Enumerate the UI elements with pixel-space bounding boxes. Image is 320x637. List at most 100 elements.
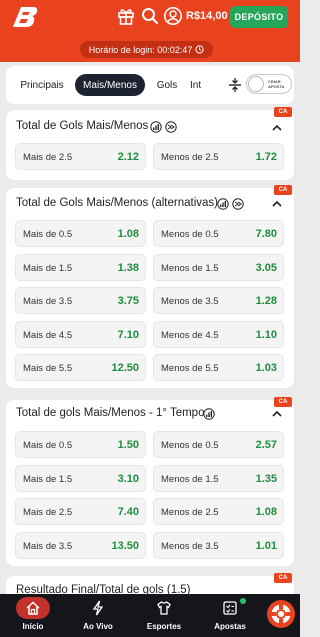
- odd-button[interactable]: Menos de 4.5 1.10: [153, 321, 284, 348]
- odd-button[interactable]: Mais de 2.5 2.12: [15, 143, 146, 170]
- odd-value: 13.50: [111, 540, 139, 552]
- odd-value: 1.01: [255, 540, 277, 552]
- odd-label: Mais de 2.5: [23, 507, 73, 518]
- odd-button[interactable]: Menos de 1.5 1.35: [153, 465, 284, 492]
- odd-label: Mais de 4.5: [23, 330, 73, 341]
- odd-label: Menos de 2.5: [161, 507, 219, 518]
- market-title: Total de Gols Mais/Menos: [16, 120, 149, 132]
- chevron-up-icon[interactable]: [272, 124, 282, 131]
- wallet-balance[interactable]: R$14,00: [186, 10, 228, 22]
- clock-icon: [195, 45, 204, 54]
- odd-label: Mais de 1.5: [23, 474, 73, 485]
- login-timer-text: Horário de login: 00:02:47: [88, 44, 193, 55]
- market-card: CA Total de gols Mais/Menos - 1° Tempo M…: [6, 397, 294, 566]
- odd-button[interactable]: Menos de 2.5 1.72: [153, 143, 284, 170]
- home-icon: [26, 601, 40, 615]
- odd-label: Menos de 5.5: [161, 363, 219, 374]
- ca-badge: CA: [274, 107, 292, 117]
- notification-dot: [240, 598, 246, 604]
- odd-value: 1.28: [255, 295, 277, 307]
- nav-item-apostas[interactable]: Apostas: [200, 594, 260, 637]
- chevron-up-icon[interactable]: [272, 410, 282, 417]
- odd-label: Menos de 2.5: [161, 152, 219, 163]
- odd-button[interactable]: Mais de 0.5 1.08: [15, 220, 146, 247]
- stats-icon[interactable]: [150, 121, 162, 133]
- user-icon[interactable]: [163, 6, 183, 26]
- boost-icon[interactable]: [165, 121, 177, 133]
- odd-value: 7.10: [117, 329, 139, 341]
- odd-button[interactable]: Mais de 3.5 13.50: [15, 532, 146, 559]
- toggle-knob: [248, 76, 264, 92]
- boost-icon[interactable]: [232, 198, 244, 210]
- app-header: R$14,00 DEPÓSITO Horário de login: 00:02…: [0, 0, 300, 62]
- lightning-icon: [92, 600, 104, 616]
- odd-button[interactable]: Menos de 2.5 1.08: [153, 498, 284, 525]
- nav-label: Início: [22, 622, 44, 631]
- collapse-all-icon[interactable]: [227, 77, 243, 93]
- tab-mais-menos[interactable]: Mais/Menos: [75, 74, 145, 96]
- odd-label: Menos de 3.5: [161, 541, 219, 552]
- odd-label: Menos de 0.5: [161, 440, 219, 451]
- odd-label: Mais de 3.5: [23, 541, 73, 552]
- nav-item-esportes[interactable]: Esportes: [134, 594, 194, 637]
- odd-value: 1.38: [117, 262, 139, 274]
- nav-label: Esportes: [146, 622, 182, 631]
- nav-label: Ao Vivo: [83, 622, 113, 631]
- login-timer-pill: Horário de login: 00:02:47: [80, 41, 213, 58]
- odd-label: Mais de 0.5: [23, 440, 73, 451]
- shirt-icon: [157, 601, 171, 615]
- odd-value: 2.12: [117, 151, 139, 163]
- gift-icon[interactable]: [116, 6, 136, 26]
- odd-value: 1.10: [255, 329, 277, 341]
- market-card: CA Total de Gols Mais/Menos (alternativa…: [6, 185, 294, 388]
- odd-button[interactable]: Mais de 4.5 7.10: [15, 321, 146, 348]
- odd-value: 7.40: [117, 506, 139, 518]
- chevron-up-icon[interactable]: [272, 200, 282, 207]
- odd-label: Menos de 1.5: [161, 263, 219, 274]
- market-tabs-bar: Principais Mais/Menos Gols Int CRIAR APO…: [6, 66, 294, 104]
- odd-label: Mais de 5.5: [23, 363, 73, 374]
- odd-label: Mais de 1.5: [23, 263, 73, 274]
- tab-gols[interactable]: Gols: [151, 74, 183, 96]
- nav-item-inicio[interactable]: Início: [3, 594, 63, 637]
- toggle-label: CRIAR APOSTA: [268, 79, 285, 89]
- odd-button[interactable]: Menos de 0.5 7.80: [153, 220, 284, 247]
- odd-button[interactable]: Menos de 0.5 2.57: [153, 431, 284, 458]
- odd-value: 1.03: [255, 362, 277, 374]
- odd-value: 1.08: [117, 228, 139, 240]
- odd-button[interactable]: Menos de 1.5 3.05: [153, 254, 284, 281]
- odd-button[interactable]: Mais de 2.5 7.40: [15, 498, 146, 525]
- odd-label: Mais de 3.5: [23, 296, 73, 307]
- nav-item-ao-vivo[interactable]: Ao Vivo: [68, 594, 128, 637]
- stats-icon[interactable]: [217, 198, 229, 210]
- odd-button[interactable]: Menos de 5.5 1.03: [153, 354, 284, 381]
- odd-label: Menos de 4.5: [161, 330, 219, 341]
- odd-label: Menos de 3.5: [161, 296, 219, 307]
- market-title: Total de Gols Mais/Menos (alternativas): [16, 197, 218, 209]
- criar-aposta-toggle[interactable]: CRIAR APOSTA: [246, 74, 292, 94]
- odd-label: Mais de 2.5: [23, 152, 73, 163]
- odd-value: 3.10: [117, 473, 139, 485]
- odd-button[interactable]: Mais de 5.5 12.50: [15, 354, 146, 381]
- odd-value: 7.80: [255, 228, 277, 240]
- tab-principais[interactable]: Principais: [14, 74, 70, 96]
- odd-button[interactable]: Mais de 0.5 1.50: [15, 431, 146, 458]
- search-icon[interactable]: [140, 6, 160, 26]
- nav-label: Apostas: [214, 622, 246, 631]
- odd-button[interactable]: Menos de 3.5 1.01: [153, 532, 284, 559]
- brand-logo-icon[interactable]: [10, 4, 40, 30]
- odd-button[interactable]: Mais de 3.5 3.75: [15, 287, 146, 314]
- support-chat-icon[interactable]: [266, 599, 296, 629]
- odd-value: 12.50: [111, 362, 139, 374]
- odd-value: 3.05: [255, 262, 277, 274]
- odd-button[interactable]: Menos de 3.5 1.28: [153, 287, 284, 314]
- market-card: CA Total de Gols Mais/Menos Mais de 2.5 …: [6, 107, 294, 180]
- stats-icon[interactable]: [203, 408, 215, 420]
- odd-button[interactable]: Mais de 1.5 3.10: [15, 465, 146, 492]
- deposit-button[interactable]: DEPÓSITO: [230, 6, 288, 28]
- odd-value: 1.08: [255, 506, 277, 518]
- tab-int[interactable]: Int: [190, 74, 218, 96]
- odd-button[interactable]: Mais de 1.5 1.38: [15, 254, 146, 281]
- bottom-navigation: Início Ao Vivo Esportes Apostas: [0, 594, 300, 637]
- odd-value: 1.72: [255, 151, 277, 163]
